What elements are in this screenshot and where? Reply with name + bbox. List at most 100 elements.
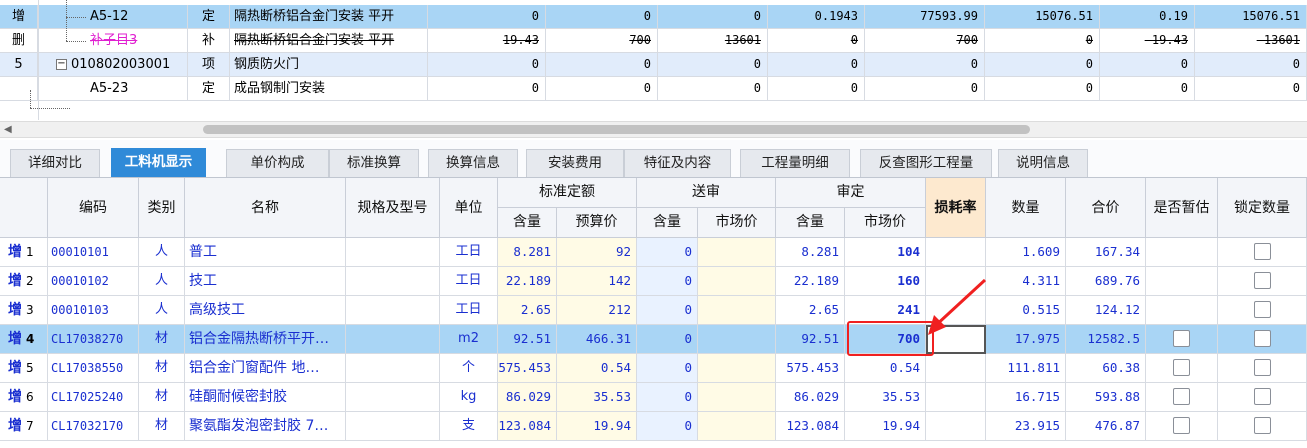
cell-code[interactable]: CL17025240: [48, 383, 139, 412]
cell-prov[interactable]: [1146, 325, 1218, 354]
cell-rev-price[interactable]: 160: [845, 267, 926, 296]
tab-7[interactable]: 工程量明细: [740, 149, 850, 177]
cell-loss[interactable]: [926, 412, 986, 441]
scroll-left-icon[interactable]: ◀: [4, 122, 12, 137]
tab-4[interactable]: 换算信息: [428, 149, 518, 177]
cell-rev-qty[interactable]: 575.453: [776, 354, 845, 383]
cell-name[interactable]: 普工: [185, 238, 346, 267]
lock-qty-checkbox[interactable]: [1253, 243, 1271, 260]
header-total[interactable]: 合价: [1066, 178, 1146, 238]
cell-name[interactable]: 高级技工: [185, 296, 346, 325]
table-row[interactable]: 增 7 CL17032170 材聚氨酯发泡密封胶 7… 支 123.084 19.94 0 12…: [0, 412, 1307, 441]
tree-collapse-icon[interactable]: −: [56, 59, 67, 70]
cell-rev-qty[interactable]: 86.029: [776, 383, 845, 412]
cell-unit[interactable]: 支: [440, 412, 498, 441]
cell-prov[interactable]: [1146, 267, 1218, 296]
cell-std-price[interactable]: 92: [557, 238, 637, 267]
cell-unit[interactable]: kg: [440, 383, 498, 412]
cell-std-qty[interactable]: 92.51: [498, 325, 557, 354]
cell-total[interactable]: 124.12: [1066, 296, 1146, 325]
cell-rev-price[interactable]: 104: [845, 238, 926, 267]
header-std-qty[interactable]: 含量: [498, 208, 557, 238]
provisional-checkbox[interactable]: [1173, 388, 1190, 405]
cell-lock[interactable]: [1218, 383, 1307, 412]
cell-send-qty[interactable]: 0: [637, 412, 698, 441]
cell-lock[interactable]: [1218, 325, 1307, 354]
cell-code[interactable]: CL17038550: [48, 354, 139, 383]
cell-unit[interactable]: 工日: [440, 238, 498, 267]
cell-rev-qty[interactable]: 8.281: [776, 238, 845, 267]
cell-loss[interactable]: [926, 354, 986, 383]
tab-6[interactable]: 特征及内容: [624, 149, 731, 177]
scrollbar-thumb[interactable]: [203, 125, 1030, 134]
cell-total[interactable]: 60.38: [1066, 354, 1146, 383]
cell-loss[interactable]: [926, 238, 986, 267]
cell-qty[interactable]: 1.609: [986, 238, 1066, 267]
header-unit[interactable]: 单位: [440, 178, 498, 238]
cell-send-qty[interactable]: 0: [637, 383, 698, 412]
cell-type[interactable]: 人: [139, 296, 185, 325]
header-quantity[interactable]: 数量: [986, 178, 1066, 238]
cell-total[interactable]: 476.87: [1066, 412, 1146, 441]
cell-send-qty[interactable]: 0: [637, 238, 698, 267]
cell-qty[interactable]: 111.811: [986, 354, 1066, 383]
cell-rev-qty[interactable]: 2.65: [776, 296, 845, 325]
cell-std-qty[interactable]: 22.189: [498, 267, 557, 296]
cell-send-price[interactable]: [698, 412, 776, 441]
cell-loss[interactable]: [926, 383, 986, 412]
top-row[interactable]: 删补子目3 补隔热断桥铝合金门安装 平开 19.43 700 13601 0 700 0 -19…: [0, 29, 1307, 53]
cell-type[interactable]: 材: [139, 325, 185, 354]
top-row[interactable]: A5-23 定成品钢制门安装 0 0 0 0 0 0 0 0: [0, 77, 1307, 101]
tab-5[interactable]: 安装费用: [526, 149, 624, 177]
header-name[interactable]: 名称: [185, 178, 346, 238]
table-row[interactable]: 增 2 00010102 人技工 工日 22.189 142 0 22.189 160 4.311 6…: [0, 267, 1307, 296]
header-code[interactable]: 编码: [48, 178, 139, 238]
cell-std-price[interactable]: 466.31: [557, 325, 637, 354]
cell-code[interactable]: 00010103: [48, 296, 139, 325]
header-send-price[interactable]: 市场价: [698, 208, 776, 238]
tab-1[interactable]: 工料机显示: [111, 148, 206, 177]
tab-3[interactable]: 标准换算: [329, 149, 419, 177]
cell-lock[interactable]: [1218, 412, 1307, 441]
cell-send-price[interactable]: [698, 354, 776, 383]
header-loss-rate[interactable]: 损耗率: [926, 178, 986, 238]
cell-send-price[interactable]: [698, 238, 776, 267]
cell-std-qty[interactable]: 86.029: [498, 383, 557, 412]
cell-name[interactable]: 铝合金隔热断桥平开…: [185, 325, 346, 354]
lock-qty-checkbox[interactable]: [1253, 272, 1271, 289]
tab-2[interactable]: 单价构成: [226, 149, 329, 177]
cell-lock[interactable]: [1218, 354, 1307, 383]
cell-spec[interactable]: [346, 267, 440, 296]
cell-std-qty[interactable]: 575.453: [498, 354, 557, 383]
cell-qty[interactable]: 0.515: [986, 296, 1066, 325]
cell-rev-qty[interactable]: 92.51: [776, 325, 845, 354]
cell-unit[interactable]: 个: [440, 354, 498, 383]
cell-prov[interactable]: [1146, 383, 1218, 412]
lock-qty-checkbox[interactable]: [1253, 417, 1271, 434]
cell-send-qty[interactable]: 0: [637, 354, 698, 383]
cell-code[interactable]: 00010102: [48, 267, 139, 296]
cell-prov[interactable]: [1146, 354, 1218, 383]
cell-type[interactable]: 人: [139, 238, 185, 267]
lock-qty-checkbox[interactable]: [1253, 388, 1271, 405]
cell-qty[interactable]: 17.975: [986, 325, 1066, 354]
cell-lock[interactable]: [1218, 296, 1307, 325]
lock-qty-checkbox[interactable]: [1253, 359, 1271, 376]
header-send-qty[interactable]: 含量: [637, 208, 698, 238]
cell-qty[interactable]: 4.311: [986, 267, 1066, 296]
tab-0[interactable]: 详细对比: [10, 149, 100, 177]
cell-prov[interactable]: [1146, 296, 1218, 325]
cell-std-price[interactable]: 0.54: [557, 354, 637, 383]
cell-send-price[interactable]: [698, 296, 776, 325]
cell-total[interactable]: 593.88: [1066, 383, 1146, 412]
cell-send-price[interactable]: [698, 325, 776, 354]
provisional-checkbox[interactable]: [1173, 417, 1190, 434]
cell-code[interactable]: CL17032170: [48, 412, 139, 441]
top-row[interactable]: 增 A5-12 定隔热断桥铝合金门安装 平开 0 0 0 0.1943 77593.99 150…: [0, 5, 1307, 29]
table-row[interactable]: 增 1 00010101 人普工 工日 8.281 92 0 8.281 104 1.609 167.…: [0, 238, 1307, 267]
cell-std-price[interactable]: 212: [557, 296, 637, 325]
cell-spec[interactable]: [346, 325, 440, 354]
cell-send-qty[interactable]: 0: [637, 325, 698, 354]
header-type[interactable]: 类别: [139, 178, 185, 238]
cell-qty[interactable]: 23.915: [986, 412, 1066, 441]
